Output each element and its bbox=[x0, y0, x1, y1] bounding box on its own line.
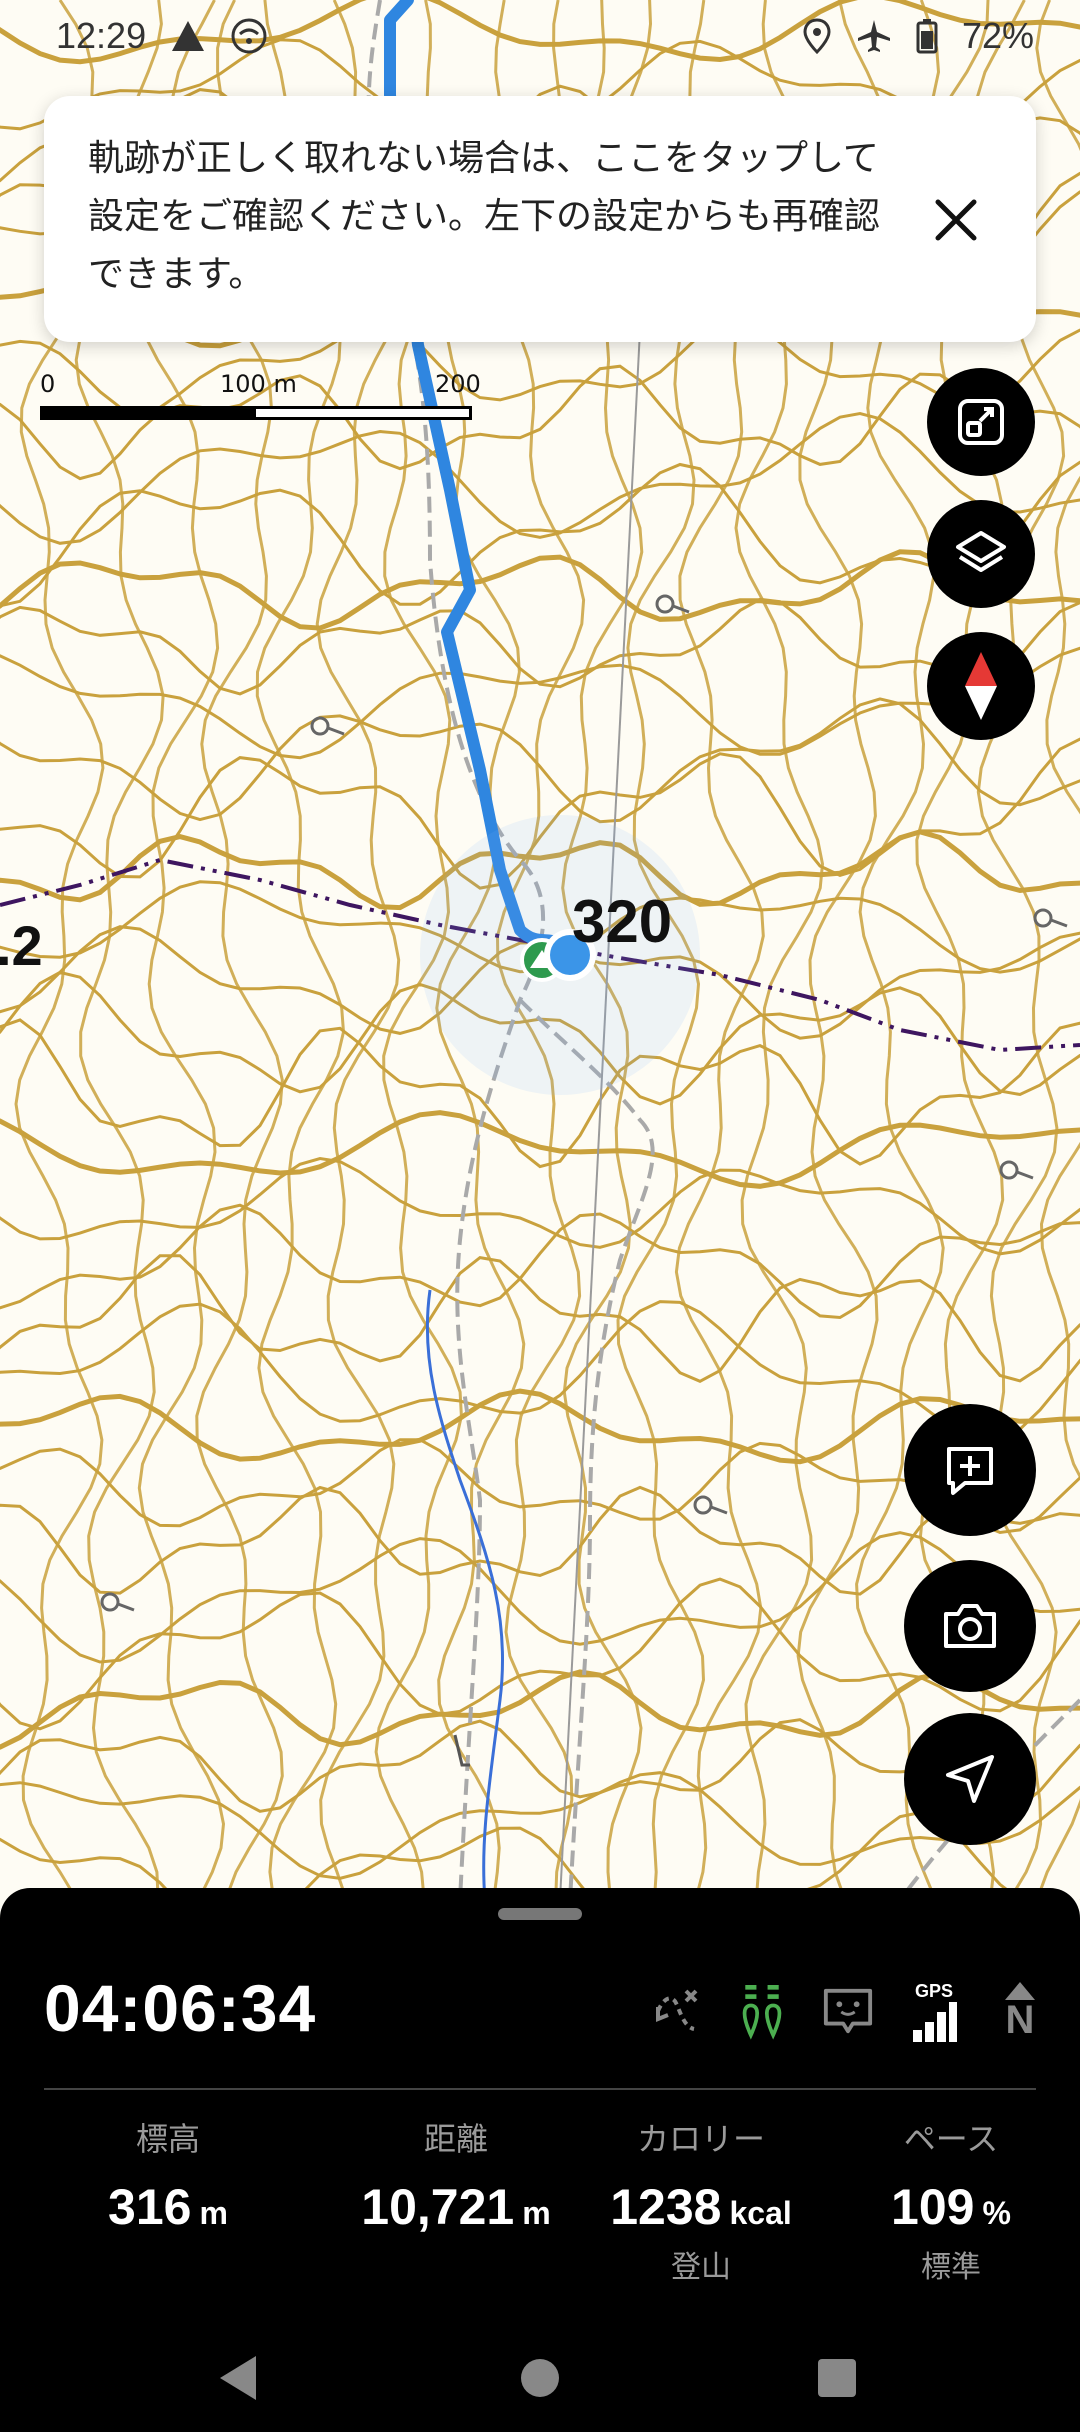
scale-label-0: 0 bbox=[40, 370, 56, 398]
fit-screen-button[interactable] bbox=[927, 368, 1035, 476]
compass-button[interactable] bbox=[927, 632, 1035, 740]
scale-bar: 0 100 m 200 m bbox=[40, 370, 481, 430]
edge-elevation-label: .2 bbox=[0, 914, 43, 977]
gps-label: GPS bbox=[914, 1980, 953, 2001]
stats-row: 標高 316 m 距離 10,721 m カロリー 1238 kcal 登山 ペース … bbox=[0, 2114, 1080, 2286]
north-label: N bbox=[1005, 1998, 1035, 2042]
stat-sub: 標準 bbox=[921, 2250, 981, 2285]
alert-icon bbox=[172, 21, 205, 51]
stat-pace: ペース 109% 標準 bbox=[826, 2114, 1076, 2286]
north-up-icon[interactable]: N bbox=[994, 1980, 1046, 2042]
home-icon[interactable] bbox=[521, 2359, 559, 2397]
hikers-icon[interactable] bbox=[736, 1980, 788, 2042]
activity-panel[interactable]: 04:06:34 GPS N 標高 316 m 距離 10,721 m カロリー… bbox=[0, 1888, 1080, 2432]
stat-value: 316 bbox=[108, 2179, 192, 2235]
status-bar: 12:29 72% bbox=[0, 0, 1080, 72]
stat-value: 109 bbox=[891, 2179, 975, 2235]
stat-distance: 距離 10,721 m bbox=[336, 2114, 576, 2286]
add-memo-button[interactable] bbox=[904, 1404, 1036, 1536]
stat-elevation: 標高 316 m bbox=[0, 2114, 336, 2286]
location-icon bbox=[803, 18, 831, 54]
stat-unit: kcal bbox=[729, 2195, 792, 2231]
route-off-icon[interactable] bbox=[650, 1980, 702, 2042]
add-memo-icon bbox=[947, 1447, 993, 1495]
panel-divider bbox=[44, 2088, 1036, 2090]
notice-text: 軌跡が正しく取れない場合は、ここをタップして設定をご確認ください。左下の設定から… bbox=[88, 138, 881, 295]
panel-status-icons: GPS N bbox=[650, 1980, 1046, 2042]
airplane-icon bbox=[857, 20, 890, 52]
stat-unit: % bbox=[982, 2195, 1011, 2231]
stat-sub: 登山 bbox=[671, 2250, 731, 2285]
stat-label: 標高 bbox=[135, 2120, 200, 2158]
wifi-icon bbox=[231, 18, 267, 54]
stat-unit: m bbox=[522, 2195, 551, 2231]
stat-value: 10,721 bbox=[361, 2179, 515, 2235]
recents-icon[interactable] bbox=[818, 2359, 856, 2397]
fit-screen-icon bbox=[958, 399, 1004, 445]
stat-calories: カロリー 1238 kcal 登山 bbox=[576, 2114, 826, 2286]
layers-button[interactable] bbox=[927, 500, 1035, 608]
summit-elevation-label: 320 bbox=[572, 888, 672, 955]
navigate-icon bbox=[946, 1755, 994, 1803]
stat-label: カロリー bbox=[636, 2120, 765, 2158]
camera-button[interactable] bbox=[904, 1560, 1036, 1692]
system-nav-bar bbox=[220, 2356, 856, 2400]
stat-label: ペース bbox=[903, 2120, 999, 2158]
compass-icon bbox=[965, 652, 997, 720]
stat-unit: m bbox=[199, 2195, 228, 2231]
close-icon[interactable] bbox=[928, 192, 984, 248]
status-time: 12:29 bbox=[56, 15, 147, 56]
stat-value: 1238 bbox=[610, 2179, 722, 2235]
stat-label: 距離 bbox=[423, 2120, 488, 2158]
scale-label-100: 100 m bbox=[220, 370, 297, 398]
layers-icon bbox=[956, 531, 1006, 572]
elapsed-time: 04:06:34 bbox=[44, 1971, 317, 2045]
gps-signal-icon: GPS bbox=[908, 1980, 960, 2042]
chat-face-icon[interactable] bbox=[822, 1980, 874, 2042]
battery-level: 72% bbox=[961, 15, 1034, 56]
panel-drag-handle[interactable] bbox=[498, 1908, 582, 1920]
navigate-button[interactable] bbox=[904, 1713, 1036, 1845]
track-settings-notice[interactable]: 軌跡が正しく取れない場合は、ここをタップして設定をご確認ください。左下の設定から… bbox=[44, 96, 1036, 342]
camera-icon bbox=[944, 1604, 996, 1648]
back-icon[interactable] bbox=[220, 2356, 256, 2400]
battery-icon bbox=[916, 19, 938, 54]
